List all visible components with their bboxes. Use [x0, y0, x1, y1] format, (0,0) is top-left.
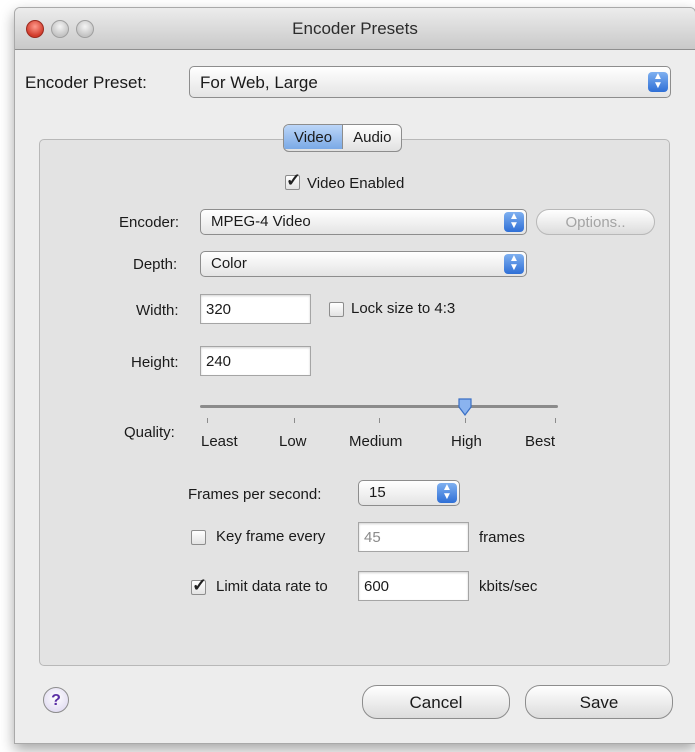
lock-size-label: Lock size to 4:3 — [351, 300, 456, 317]
height-label: Height: — [131, 354, 179, 371]
quality-level-low: Low — [279, 433, 307, 450]
datarate-unit: kbits/sec — [479, 578, 538, 595]
datarate-checkbox[interactable]: ✓ — [191, 575, 207, 595]
keyframe-checkbox[interactable] — [191, 530, 206, 545]
lock-size-checkbox[interactable] — [329, 302, 344, 317]
fps-popup[interactable]: 15 ▲ ▼ — [358, 480, 460, 506]
options-button[interactable]: Options.. — [536, 209, 655, 235]
encoder-value: MPEG-4 Video — [211, 213, 311, 230]
tab-video[interactable]: Video — [284, 125, 344, 149]
depth-value: Color — [211, 255, 247, 272]
width-label: Width: — [136, 302, 179, 319]
depth-label: Depth: — [133, 256, 178, 273]
datarate-label: Limit data rate to — [216, 578, 328, 595]
encoder-label: Encoder: — [119, 214, 180, 231]
keyframe-label: Key frame every — [216, 528, 326, 545]
tab-bar: Video Audio — [283, 124, 403, 152]
quality-level-best: Best — [525, 433, 556, 450]
fps-value: 15 — [369, 484, 386, 501]
stepper-icon: ▲ ▼ — [648, 72, 668, 92]
quality-level-least: Least — [201, 433, 238, 450]
cancel-button[interactable]: Cancel — [362, 685, 510, 719]
stepper-icon: ▲ ▼ — [437, 483, 457, 503]
datarate-field[interactable]: 600 — [358, 571, 469, 601]
quality-level-medium: Medium — [349, 433, 403, 450]
stepper-icon: ▲ ▼ — [504, 254, 524, 274]
encoder-presets-window: Encoder Presets Encoder Preset: For Web,… — [14, 7, 695, 744]
tab-audio[interactable]: Audio — [343, 125, 401, 149]
quality-level-high: High — [451, 433, 482, 450]
stepper-icon: ▲ ▼ — [504, 212, 524, 232]
fps-label: Frames per second: — [188, 486, 322, 503]
quality-tick — [207, 418, 208, 423]
video-enabled-label: Video Enabled — [307, 175, 405, 192]
quality-tick — [294, 418, 295, 423]
height-field[interactable]: 240 — [200, 346, 311, 376]
encoder-preset-value: For Web, Large — [200, 73, 318, 92]
encoder-preset-popup[interactable]: For Web, Large ▲ ▼ — [189, 66, 671, 98]
keyframe-unit: frames — [479, 529, 525, 546]
video-enabled-checkbox[interactable]: ✓ — [285, 170, 301, 190]
keyframe-field[interactable]: 45 — [358, 522, 469, 552]
depth-popup[interactable]: Color ▲ ▼ — [200, 251, 527, 277]
help-icon[interactable]: ? — [43, 687, 69, 713]
quality-tick — [379, 418, 380, 423]
slider-thumb-icon[interactable] — [457, 398, 473, 416]
quality-tick — [555, 418, 556, 423]
title-bar[interactable]: Encoder Presets — [15, 8, 695, 50]
quality-tick — [465, 418, 466, 423]
encoder-popup[interactable]: MPEG-4 Video ▲ ▼ — [200, 209, 527, 235]
quality-slider[interactable] — [200, 405, 558, 408]
checkmark-icon: ✓ — [286, 170, 302, 190]
width-field[interactable]: 320 — [200, 294, 311, 324]
encoder-preset-label: Encoder Preset: — [25, 73, 147, 92]
save-button[interactable]: Save — [525, 685, 673, 719]
quality-label: Quality: — [124, 424, 175, 441]
checkmark-icon: ✓ — [192, 575, 208, 595]
window-title: Encoder Presets — [292, 19, 418, 38]
